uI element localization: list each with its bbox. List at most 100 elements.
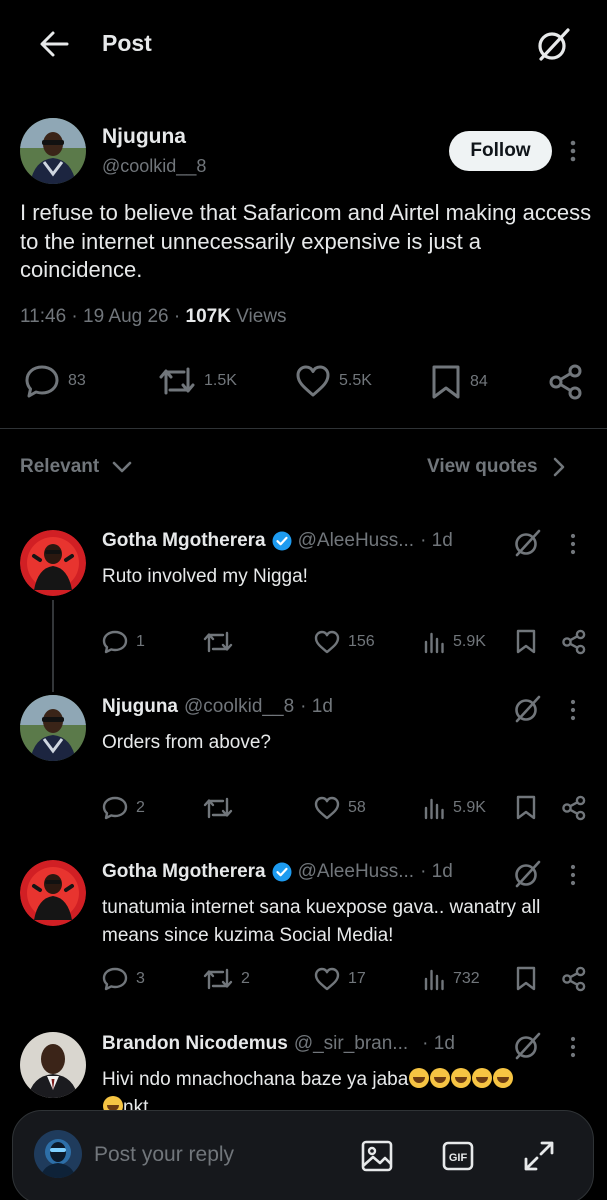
- gif-icon[interactable]: GIF: [441, 1139, 475, 1173]
- laughing-emoji-icon: [409, 1068, 430, 1088]
- sort-dropdown[interactable]: Relevant: [20, 456, 133, 478]
- like-action[interactable]: 58: [314, 796, 366, 820]
- page-title: Post: [102, 30, 152, 56]
- bookmark-count: 84: [470, 373, 488, 390]
- grok-icon[interactable]: [510, 1029, 544, 1063]
- post-text: I refuse to believe that Safaricom and A…: [20, 200, 592, 282]
- reply-author-handle[interactable]: @AleeHuss...: [298, 861, 414, 883]
- post-time: 11:46: [20, 306, 67, 327]
- reply-avatar[interactable]: [20, 695, 86, 761]
- reply-action[interactable]: 2: [102, 796, 145, 820]
- reply-header: Gotha Mgotherera @AleeHuss... · 1d: [102, 530, 453, 552]
- like-action[interactable]: 156: [314, 630, 375, 654]
- share-icon[interactable]: [561, 629, 587, 655]
- more-options-icon[interactable]: [569, 1035, 577, 1059]
- views-action[interactable]: 5.9K: [423, 796, 486, 820]
- share-icon[interactable]: [561, 795, 587, 821]
- more-options-icon[interactable]: [569, 532, 577, 556]
- reply-author-name[interactable]: Gotha Mgotherera: [102, 530, 266, 552]
- share-icon: [549, 364, 582, 400]
- reply-author-handle[interactable]: @AleeHuss...: [298, 530, 414, 552]
- reply-author-handle[interactable]: @_sir_bran...: [294, 1033, 408, 1055]
- reply-time: · 1d: [422, 1033, 455, 1054]
- views-count[interactable]: 107K: [186, 306, 231, 327]
- laughing-emoji-icon: [430, 1068, 451, 1088]
- reply-author-name[interactable]: Gotha Mgotherera: [102, 861, 266, 883]
- back-arrow-icon[interactable]: [36, 26, 72, 62]
- reply-header: Gotha Mgotherera @AleeHuss... · 1d: [102, 861, 453, 883]
- views-count: 732: [453, 970, 480, 987]
- reply-avatar[interactable]: [20, 1032, 86, 1098]
- views-chart-icon: [424, 632, 444, 654]
- grok-icon[interactable]: [532, 24, 574, 66]
- reply-count: 2: [136, 799, 145, 816]
- post-meta: 11:46 · 19 Aug 26 · 107K Views: [20, 306, 287, 328]
- views-action[interactable]: 732: [423, 967, 480, 991]
- more-options-icon[interactable]: [569, 698, 577, 722]
- reply-time: · 1d: [300, 696, 333, 717]
- reply-action[interactable]: 1: [102, 630, 145, 654]
- repost-icon: [203, 631, 233, 653]
- repost-icon: [203, 797, 233, 819]
- reply-action[interactable]: 3: [102, 967, 145, 991]
- like-action[interactable]: 5.5K: [295, 364, 372, 398]
- views-action[interactable]: 5.9K: [423, 630, 486, 654]
- views-count: 5.9K: [453, 633, 486, 650]
- reply-icon: [102, 630, 128, 654]
- like-action[interactable]: 17: [314, 967, 366, 991]
- reply-time: · 1d: [420, 530, 453, 551]
- verified-badge-icon: [272, 531, 292, 551]
- repost-action[interactable]: 2: [203, 967, 250, 991]
- chevron-right-icon: [553, 457, 564, 477]
- share-action[interactable]: [548, 364, 592, 400]
- repost-icon: [159, 367, 195, 395]
- reply-count: 1: [136, 633, 145, 650]
- author-name[interactable]: Njuguna: [102, 125, 186, 149]
- reply-avatar[interactable]: [20, 530, 86, 596]
- reply-author-handle[interactable]: @coolkid__8: [184, 696, 294, 718]
- repost-action[interactable]: 1.5K: [158, 364, 237, 398]
- repost-icon: [203, 968, 233, 990]
- heart-icon: [314, 796, 340, 820]
- laughing-emoji-icon: [493, 1068, 514, 1088]
- reply-text: tunatumia internet sana kuexpose gava.. …: [102, 897, 541, 946]
- heart-icon: [314, 967, 340, 991]
- grok-icon[interactable]: [510, 692, 544, 726]
- follow-button[interactable]: Follow: [449, 131, 552, 171]
- share-icon[interactable]: [561, 966, 587, 992]
- bookmark-icon[interactable]: [515, 629, 537, 655]
- reply-input[interactable]: Post your reply: [94, 1143, 234, 1167]
- reply-text-body: Hivi ndo mnachochana baze ya jaba: [102, 1069, 409, 1090]
- laughing-emoji-icon: [472, 1068, 493, 1088]
- reply-author-name[interactable]: Njuguna: [102, 696, 178, 718]
- reply-icon: [25, 365, 59, 398]
- expand-icon[interactable]: [522, 1139, 556, 1173]
- more-options-icon[interactable]: [569, 863, 577, 887]
- image-icon[interactable]: [360, 1139, 394, 1173]
- bookmark-icon[interactable]: [515, 795, 537, 821]
- laughing-emoji-icon: [451, 1068, 472, 1088]
- bookmark-icon[interactable]: [515, 966, 537, 992]
- reply-avatar[interactable]: [20, 860, 86, 926]
- reply-count: 3: [136, 970, 145, 987]
- reply-author-name[interactable]: Brandon Nicodemus: [102, 1033, 288, 1055]
- current-user-avatar: [34, 1130, 82, 1178]
- like-count: 156: [348, 633, 375, 650]
- grok-icon[interactable]: [510, 857, 544, 891]
- gif-label: GIF: [449, 1152, 468, 1164]
- bookmark-action[interactable]: 84: [430, 364, 488, 400]
- reply-text: Ruto involved my Nigga!: [102, 566, 308, 587]
- views-label: Views: [230, 306, 287, 327]
- chevron-down-icon: [112, 461, 132, 473]
- repost-action[interactable]: [203, 796, 241, 820]
- grok-icon[interactable]: [510, 526, 544, 560]
- reply-action[interactable]: 83: [24, 364, 86, 398]
- post-date: 19 Aug 26: [83, 306, 169, 327]
- author-handle[interactable]: @coolkid__8: [102, 156, 206, 177]
- author-avatar[interactable]: [20, 118, 86, 184]
- more-options-icon[interactable]: [569, 139, 577, 163]
- repost-action[interactable]: [203, 630, 241, 654]
- view-quotes-link[interactable]: View quotes: [427, 456, 566, 478]
- repost-count: 1.5K: [204, 372, 237, 389]
- meta-separator: ·: [168, 306, 186, 327]
